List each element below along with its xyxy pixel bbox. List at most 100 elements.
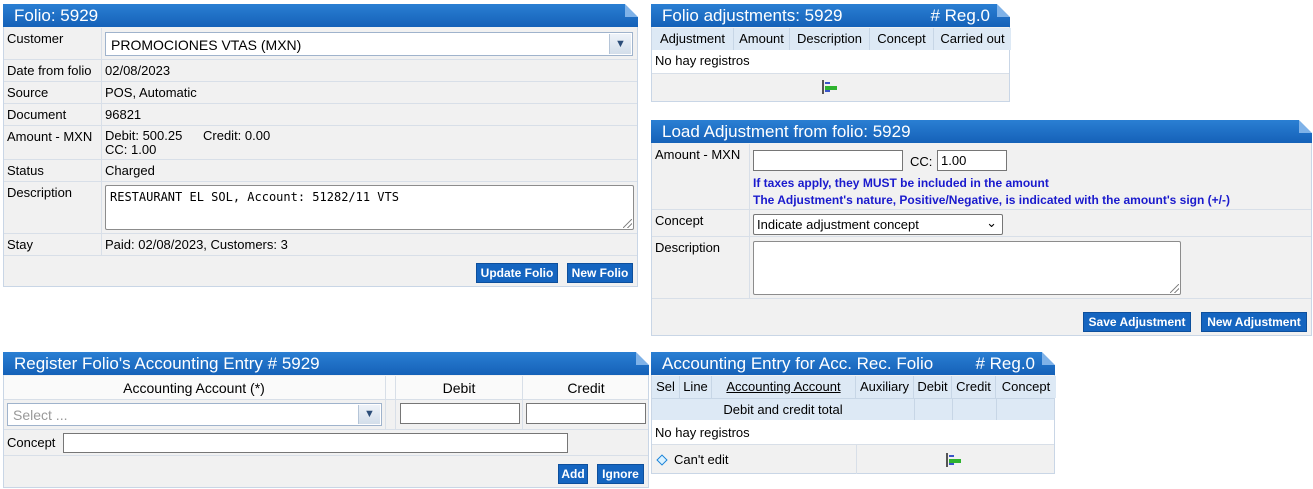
accounting-entry-title: Accounting Entry for Acc. Rec. Folio [662,354,934,373]
description-textarea[interactable]: RESTAURANT EL SOL, Account: 51282/11 VTS [105,185,634,230]
accounting-entry-panel: Accounting Entry for Acc. Rec. Folio # R… [651,352,1056,474]
credit-header: Credit [567,380,605,396]
col-accounting-account[interactable]: Accounting Account [712,376,856,398]
adj-description-label: Description [655,240,721,255]
collapse-corner-icon[interactable] [1042,352,1055,365]
chevron-down-icon[interactable]: ▼ [358,405,380,424]
collapse-corner-icon[interactable] [997,4,1010,17]
entry-table-header: Sel Line Accounting Account Auxiliary De… [652,376,1056,398]
adjustments-header: Folio adjustments: 5929 # Reg.0 [651,4,1010,27]
collapse-corner-icon[interactable] [636,352,649,365]
adj-concept-value: Indicate adjustment concept [757,217,919,232]
adjustments-panel: Folio adjustments: 5929 # Reg.0 Adjustme… [651,4,1011,102]
status-value: Charged [105,163,155,178]
date-value: 02/08/2023 [105,63,171,78]
tax-note: If taxes apply, they MUST be included in… [753,176,1049,190]
col-adjustment[interactable]: Adjustment [652,28,734,50]
account-header: Accounting Account (*) [123,380,265,396]
adj-amount-input[interactable] [753,150,903,171]
export-icon[interactable] [943,452,963,468]
col-carried-out[interactable]: Carried out [934,28,1011,50]
sign-note: The Adjustment's nature, Positive/Negati… [753,193,1231,207]
register-concept-label: Concept [7,435,56,450]
account-select[interactable]: Select ... ▼ [7,403,382,426]
col-line[interactable]: Line [680,376,712,398]
source-row: Source POS, Automatic [4,82,637,104]
customer-select[interactable]: PROMOCIONES VTAS (MXN) ▼ [105,32,633,56]
stay-row: Stay Paid: 02/08/2023, Customers: 3 [4,234,637,256]
adj-concept-label: Concept [655,213,704,228]
account-placeholder: Select ... [13,407,68,423]
adj-amount-label: Amount - MXN [655,147,741,162]
update-folio-button[interactable]: Update Folio [476,263,558,283]
register-col-headers: Accounting Account (*) Debit Credit [4,376,648,400]
col-auxiliary[interactable]: Auxiliary [856,376,914,398]
cc-text: CC: 1.00 [105,142,157,157]
description-row: Description RESTAURANT EL SOL, Account: … [4,182,637,234]
ignore-button[interactable]: Ignore [597,464,644,484]
customer-value: PROMOCIONES VTAS (MXN) [111,37,302,53]
resize-grip-icon[interactable] [623,219,632,228]
description-label: Description [7,185,73,200]
date-label: Date from folio [7,63,92,78]
source-label: Source [7,85,49,100]
register-concept-input[interactable] [63,433,568,453]
adjustments-empty-row: No hay registros [652,50,1009,74]
adj-description-row: Description [652,237,1311,299]
export-icon[interactable] [819,79,839,95]
load-adjustment-panel: Load Adjustment from folio: 5929 Amount … [651,120,1312,336]
save-adjustment-button[interactable]: Save Adjustment [1083,312,1191,332]
col-amount[interactable]: Amount [734,28,790,50]
accounting-entry-reg: # Reg.0 [975,354,1035,373]
folio-panel: Folio: 5929 Customer PROMOCIONES VTAS (M… [3,4,638,287]
credit-input[interactable] [526,403,646,424]
debit-text: Debit: 500.25 [105,128,183,143]
entry-empty-row: No hay registros [652,420,1054,445]
debit-input[interactable] [400,403,520,424]
adj-cc-input[interactable]: 1.00 [937,150,1007,171]
adj-cc-value: 1.00 [941,153,967,168]
adjustments-reg: # Reg.0 [930,6,990,25]
adj-description-textarea[interactable] [753,241,1181,295]
credit-text: Credit: 0.00 [203,128,271,143]
adj-cc-label: CC: [910,154,933,169]
folio-title: Folio: 5929 [14,6,99,25]
col-concept[interactable]: Concept [870,28,934,50]
debit-header: Debit [442,380,476,396]
accounting-entry-header: Accounting Entry for Acc. Rec. Folio # R… [651,352,1055,375]
stay-value: Paid: 02/08/2023, Customers: 3 [105,237,288,252]
col-concept[interactable]: Concept [996,376,1056,398]
col-debit[interactable]: Debit [914,376,952,398]
description-text: RESTAURANT EL SOL, Account: 51282/11 VTS [110,190,399,204]
status-row: Status Charged [4,160,637,182]
adjustments-title: Folio adjustments: 5929 [662,6,843,25]
customer-label: Customer [7,31,64,46]
collapse-corner-icon[interactable] [625,4,638,17]
adj-amount-row: Amount - MXN CC: 1.00 If taxes apply, th… [652,144,1311,210]
chevron-down-icon[interactable]: ▼ [609,34,631,54]
load-adjustment-header: Load Adjustment from folio: 5929 [651,120,1312,143]
register-entry-title: Register Folio's Accounting Entry # 5929 [14,354,320,373]
adj-concept-select[interactable]: Indicate adjustment concept ⌄ [753,214,1003,235]
col-description[interactable]: Description [790,28,870,50]
document-value: 96821 [105,107,142,122]
entry-footer-row: Can't edit [652,445,1054,474]
adj-concept-row: Concept Indicate adjustment concept ⌄ [652,210,1311,237]
collapse-corner-icon[interactable] [1299,120,1312,133]
add-button[interactable]: Add [558,464,588,484]
date-row: Date from folio 02/08/2023 [4,60,637,82]
col-sel[interactable]: Sel [652,376,680,398]
document-label: Document [7,107,67,122]
load-adjustment-title: Load Adjustment from folio: 5929 [662,122,911,141]
new-adjustment-button[interactable]: New Adjustment [1201,312,1307,332]
register-concept-row: Concept [4,430,648,456]
register-input-row: Select ... ▼ [4,400,648,430]
col-credit[interactable]: Credit [952,376,996,398]
register-entry-panel: Register Folio's Accounting Entry # 5929… [3,352,649,488]
amount-label: Amount - MXN [7,129,93,144]
diamond-icon [656,454,668,466]
amount-row: Amount - MXN Debit: 500.25 Credit: 0.00 … [4,126,637,160]
resize-grip-icon[interactable] [1170,284,1179,293]
customer-row: Customer PROMOCIONES VTAS (MXN) ▼ [4,28,637,60]
new-folio-button[interactable]: New Folio [567,263,633,283]
